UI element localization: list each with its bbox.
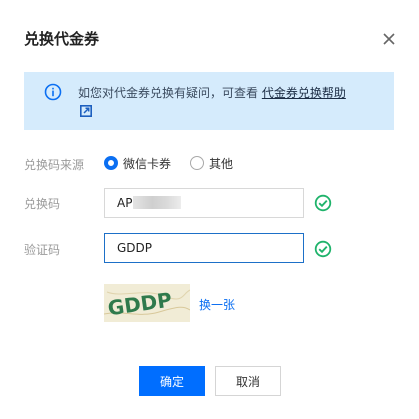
captcha-input[interactable] [104,233,304,263]
radio-wechat-card-label: 微信卡券 [123,156,172,171]
info-icon [44,83,62,101]
radio-unselected-indicator[interactable] [190,156,204,170]
verify-label: 验证码 [24,243,61,257]
external-link-icon[interactable] [80,105,92,117]
check-circle-icon [314,240,332,258]
radio-wechat-card[interactable]: 微信卡券 [104,154,171,172]
confirm-button[interactable]: 确定 [139,366,205,396]
close-button[interactable] [380,30,398,48]
voucher-help-link[interactable]: 代金券兑换帮助 [262,86,346,100]
voucher-redeem-dialog: 兑换代金券 如您对代金券兑换有疑问，可查看 代金券兑换帮助 兑换码来源 微信卡券… [0,0,419,419]
info-notice: 如您对代金券兑换有疑问，可查看 代金券兑换帮助 [24,72,394,130]
cancel-button[interactable]: 取消 [215,366,281,396]
radio-other-label: 其他 [209,156,234,171]
refresh-captcha-link[interactable]: 换一张 [199,296,235,313]
radio-selected-indicator[interactable] [104,156,118,170]
check-circle-icon [314,194,332,212]
captcha-image[interactable]: GDDP [104,284,190,322]
code-redaction-mask [133,196,181,209]
dialog-title: 兑换代金券 [24,30,100,48]
radio-other[interactable]: 其他 [190,154,233,172]
close-icon[interactable] [380,30,398,48]
code-label: 兑换码 [24,197,61,211]
notice-text: 如您对代金券兑换有疑问，可查看 代金券兑换帮助 [78,84,346,101]
notice-message: 如您对代金券兑换有疑问，可查看 [78,86,262,100]
source-label: 兑换码来源 [24,158,85,172]
